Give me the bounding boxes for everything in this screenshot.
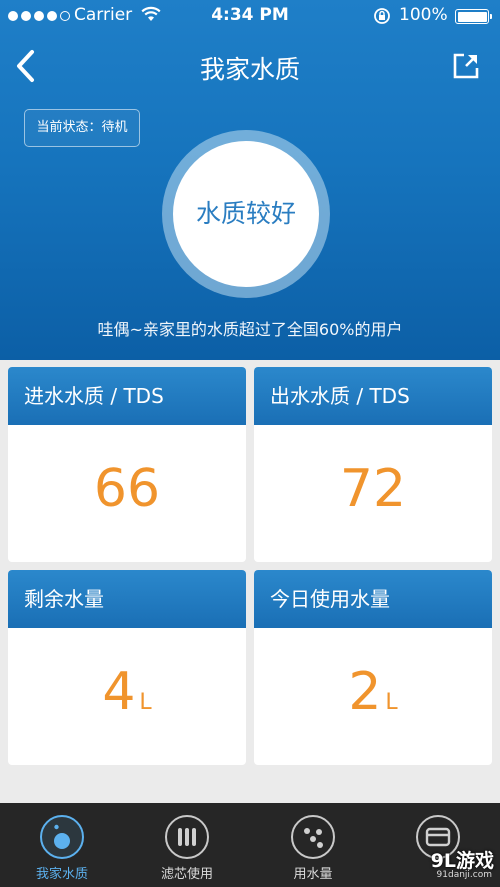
outlet-tds-card: 出水水质 / TDS 72 xyxy=(254,367,492,562)
card-value: 66 xyxy=(93,459,161,519)
card-title: 今日使用水量 xyxy=(254,570,492,628)
tab-label: 滤芯使用 xyxy=(160,867,213,882)
card-title: 出水水质 / TDS xyxy=(254,367,492,425)
tab-bar: 我家水质 滤芯使用 用水量 xyxy=(0,803,500,887)
water-drop-icon xyxy=(40,815,84,859)
unit-label: L xyxy=(385,690,398,715)
header-panel: Carrier 4:34 PM 100% 我家水质 当前状态：待机 水质较好 哇… xyxy=(0,0,500,360)
tab-label: 我家水质 xyxy=(35,867,88,882)
tab-water-usage[interactable]: 用水量 xyxy=(263,803,363,887)
unit-label: L xyxy=(139,690,152,715)
tab-label: 用水量 xyxy=(293,867,333,882)
card-value: 72 xyxy=(339,459,407,519)
inlet-tds-card: 进水水质 / TDS 66 xyxy=(8,367,246,562)
share-button[interactable] xyxy=(452,52,480,80)
quality-hint: 哇偶~亲家里的水质超过了全国60%的用户 xyxy=(97,320,403,339)
card-value: 2L xyxy=(348,662,398,722)
filter-icon xyxy=(165,815,209,859)
watermark-logo: 9L游戏 xyxy=(430,850,494,872)
rotation-lock-icon xyxy=(374,8,390,24)
status-bar: Carrier 4:34 PM 100% xyxy=(0,0,500,32)
remaining-water-card: 剩余水量 4L xyxy=(8,570,246,765)
card-title: 剩余水量 xyxy=(8,570,246,628)
watermark-url: 91danji.com xyxy=(436,870,492,880)
card-title: 进水水质 / TDS xyxy=(8,367,246,425)
quality-indicator: 水质较好 xyxy=(173,141,319,287)
card-value: 4L xyxy=(102,662,152,722)
usage-dots-icon xyxy=(291,815,335,859)
battery-icon xyxy=(455,9,492,24)
tab-filter-usage[interactable]: 滤芯使用 xyxy=(137,803,237,887)
page-title: 我家水质 xyxy=(199,55,300,84)
watermark: 9L游戏 91danji.com xyxy=(426,843,498,883)
tab-water-quality[interactable]: 我家水质 xyxy=(12,803,112,887)
status-badge: 当前状态：待机 xyxy=(24,109,140,147)
battery-percent: 100% xyxy=(399,5,448,25)
today-usage-card: 今日使用水量 2L xyxy=(254,570,492,765)
